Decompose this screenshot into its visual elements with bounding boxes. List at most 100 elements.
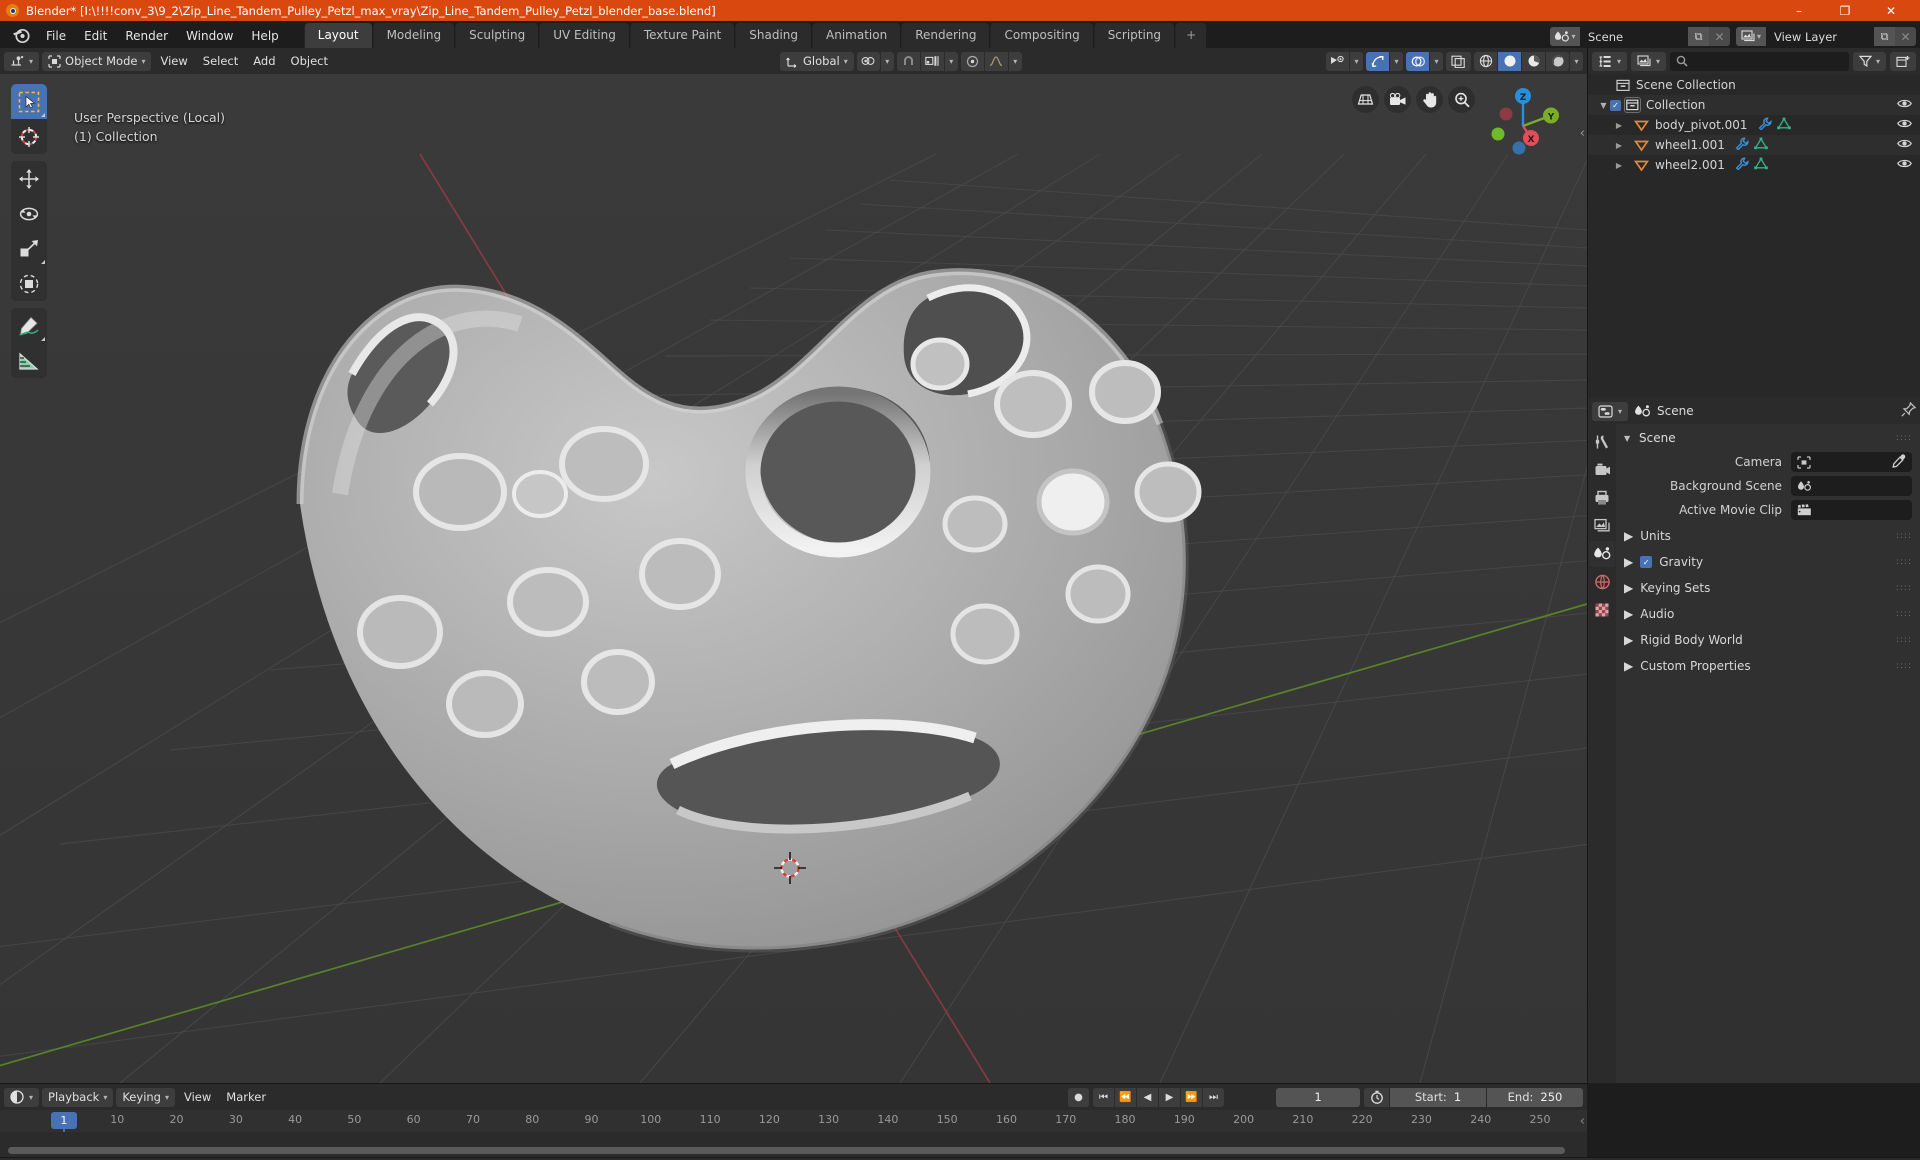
menu-window[interactable]: Window — [177, 26, 242, 48]
outliner-row-wheel1[interactable]: ▶ wheel1.001 — [1588, 135, 1920, 155]
xray-toggle-icon[interactable] — [1446, 51, 1471, 71]
timeline-body[interactable] — [0, 1132, 1587, 1157]
properties-tab-view-layer[interactable] — [1589, 513, 1615, 539]
timeline-horizontal-scrollbar[interactable] — [8, 1147, 1565, 1154]
outliner-row-scene-collection[interactable]: Scene Collection — [1588, 75, 1920, 95]
falloff-caret[interactable]: ▾ — [1008, 51, 1022, 71]
active-movie-clip-field[interactable] — [1791, 500, 1912, 520]
previous-keyframe-button[interactable]: ⏪ — [1115, 1087, 1136, 1107]
tab-compositing[interactable]: Compositing — [990, 23, 1093, 48]
outliner-row-collection[interactable]: ▼ ✓ Collection — [1588, 95, 1920, 115]
tab-sculpting[interactable]: Sculpting — [455, 23, 539, 48]
panel-drag-handle[interactable]: :::: — [1896, 635, 1912, 645]
section-gravity[interactable]: ▶ ✓ Gravity :::: — [1616, 549, 1920, 575]
mesh-data-icon[interactable] — [1754, 157, 1768, 173]
properties-tab-tool[interactable] — [1589, 429, 1615, 455]
modifier-wrench-icon[interactable] — [1735, 137, 1749, 153]
timeline-menu-marker[interactable]: Marker — [220, 1088, 272, 1107]
tab-rendering[interactable]: Rendering — [901, 23, 990, 48]
tab-scripting[interactable]: Scripting — [1093, 23, 1175, 48]
use-preview-range-icon[interactable] — [1364, 1087, 1389, 1107]
menu-edit[interactable]: Edit — [75, 26, 116, 48]
current-frame-field[interactable]: 1 — [1276, 1087, 1360, 1107]
outliner-row-wheel2[interactable]: ▶ wheel2.001 — [1588, 155, 1920, 175]
viewport-menu-view[interactable]: View — [154, 52, 193, 71]
unlink-scene-button[interactable]: ✕ — [1709, 27, 1730, 46]
scene-selector[interactable]: ▾ Scene ⧉ ✕ — [1550, 27, 1730, 46]
transform-orientation-dropdown[interactable]: Global ▾ — [780, 51, 854, 71]
hide-in-viewport-eye-icon[interactable] — [1897, 158, 1912, 172]
next-keyframe-button[interactable]: ⏩ — [1181, 1087, 1202, 1107]
timeline-playhead[interactable]: 1 — [50, 1112, 77, 1129]
properties-editor-type-button[interactable]: ▾ — [1592, 401, 1629, 421]
panel-drag-handle[interactable]: :::: — [1896, 557, 1912, 567]
minimize-button[interactable]: – — [1776, 0, 1822, 21]
start-frame-field[interactable]: Start: 1 — [1390, 1087, 1486, 1107]
scene-panel-header[interactable]: ▼ Scene :::: — [1616, 427, 1920, 449]
close-button[interactable]: ✕ — [1868, 0, 1914, 21]
properties-tab-texture[interactable] — [1589, 597, 1615, 623]
properties-tab-world[interactable] — [1589, 569, 1615, 595]
tool-move[interactable] — [11, 161, 47, 196]
view-layer-name[interactable]: View Layer — [1766, 27, 1874, 46]
camera-view-icon[interactable] — [1384, 86, 1411, 113]
panel-drag-handle[interactable]: :::: — [1896, 609, 1912, 619]
outliner-search-input[interactable] — [1670, 51, 1849, 71]
shading-rendered-icon[interactable] — [1546, 51, 1569, 71]
auto-keying-button[interactable]: ● — [1068, 1087, 1089, 1107]
shading-wireframe-icon[interactable] — [1474, 51, 1497, 71]
jump-to-start-button[interactable]: ⏮ — [1093, 1087, 1114, 1107]
disclosure-right-icon[interactable]: ▶ — [1624, 529, 1633, 543]
properties-tab-render[interactable] — [1589, 457, 1615, 483]
hide-in-viewport-eye-icon[interactable] — [1897, 118, 1912, 132]
add-workspace-button[interactable]: + — [1175, 23, 1207, 48]
panel-drag-handle[interactable]: :::: — [1896, 433, 1912, 443]
tool-cursor[interactable] — [11, 119, 47, 154]
menu-render[interactable]: Render — [116, 26, 177, 48]
sidebar-toggle-arrow-icon[interactable]: ‹ — [1580, 126, 1585, 141]
new-view-layer-button[interactable]: ⧉ — [1874, 27, 1895, 46]
falloff-curve-icon[interactable] — [984, 51, 1008, 71]
show-overlays-icon[interactable] — [1406, 51, 1429, 71]
tool-rotate[interactable] — [11, 196, 47, 231]
tool-measure[interactable] — [11, 343, 47, 378]
eyedropper-icon[interactable] — [1892, 453, 1906, 471]
tab-texture-paint[interactable]: Texture Paint — [629, 23, 735, 48]
viewport-menu-object[interactable]: Object — [285, 52, 334, 71]
hide-in-viewport-eye-icon[interactable] — [1897, 138, 1912, 152]
tab-animation[interactable]: Animation — [812, 23, 901, 48]
viewport-menu-add[interactable]: Add — [247, 52, 281, 71]
blender-logo-icon[interactable] — [10, 24, 32, 46]
timeline-ruler[interactable]: 10 20 30 40 50 60 70 80 90 100 110 120 130 140 150 160 1… — [0, 1110, 1587, 1155]
background-scene-field[interactable] — [1791, 476, 1912, 496]
tab-modeling[interactable]: Modeling — [372, 23, 455, 48]
pivot-point-icon[interactable] — [856, 51, 880, 71]
editor-type-button[interactable]: ▾ — [4, 51, 40, 71]
section-custom-properties[interactable]: ▶ Custom Properties :::: — [1616, 653, 1920, 679]
disclosure-right-icon[interactable]: ▶ — [1624, 555, 1633, 569]
tool-scale[interactable] — [11, 231, 47, 266]
gravity-checkbox[interactable]: ✓ — [1640, 556, 1653, 568]
snap-magnet-icon[interactable] — [896, 51, 920, 71]
timeline-editor-type-button[interactable]: ▾ — [4, 1087, 40, 1107]
hide-in-viewport-eye-icon[interactable] — [1897, 98, 1912, 112]
tab-layout[interactable]: Layout — [303, 23, 372, 48]
outliner-editor-type-button[interactable]: ▾ — [1592, 51, 1628, 71]
snap-caret[interactable]: ▾ — [944, 51, 958, 71]
visibility-caret[interactable]: ▾ — [1350, 51, 1363, 71]
disclosure-right-icon[interactable]: ▶ — [1624, 659, 1633, 673]
timeline-menu-view[interactable]: View — [178, 1088, 217, 1107]
outliner-display-mode-button[interactable]: ▾ — [1631, 51, 1667, 71]
maximize-button[interactable]: ❐ — [1822, 0, 1868, 21]
outliner-row-body-pivot[interactable]: ▶ body_pivot.001 — [1588, 115, 1920, 135]
modifier-wrench-icon[interactable] — [1735, 157, 1749, 173]
jump-to-end-button[interactable]: ⏭ — [1203, 1087, 1224, 1107]
play-button[interactable]: ▶ — [1159, 1087, 1180, 1107]
scene-name[interactable]: Scene — [1580, 27, 1688, 46]
menu-file[interactable]: File — [37, 26, 75, 48]
new-collection-button[interactable] — [1890, 51, 1916, 71]
camera-field[interactable] — [1791, 452, 1912, 472]
gizmo-caret[interactable]: ▾ — [1390, 51, 1403, 71]
shading-caret[interactable]: ▾ — [1570, 51, 1583, 71]
play-reverse-button[interactable]: ◀ — [1137, 1087, 1158, 1107]
